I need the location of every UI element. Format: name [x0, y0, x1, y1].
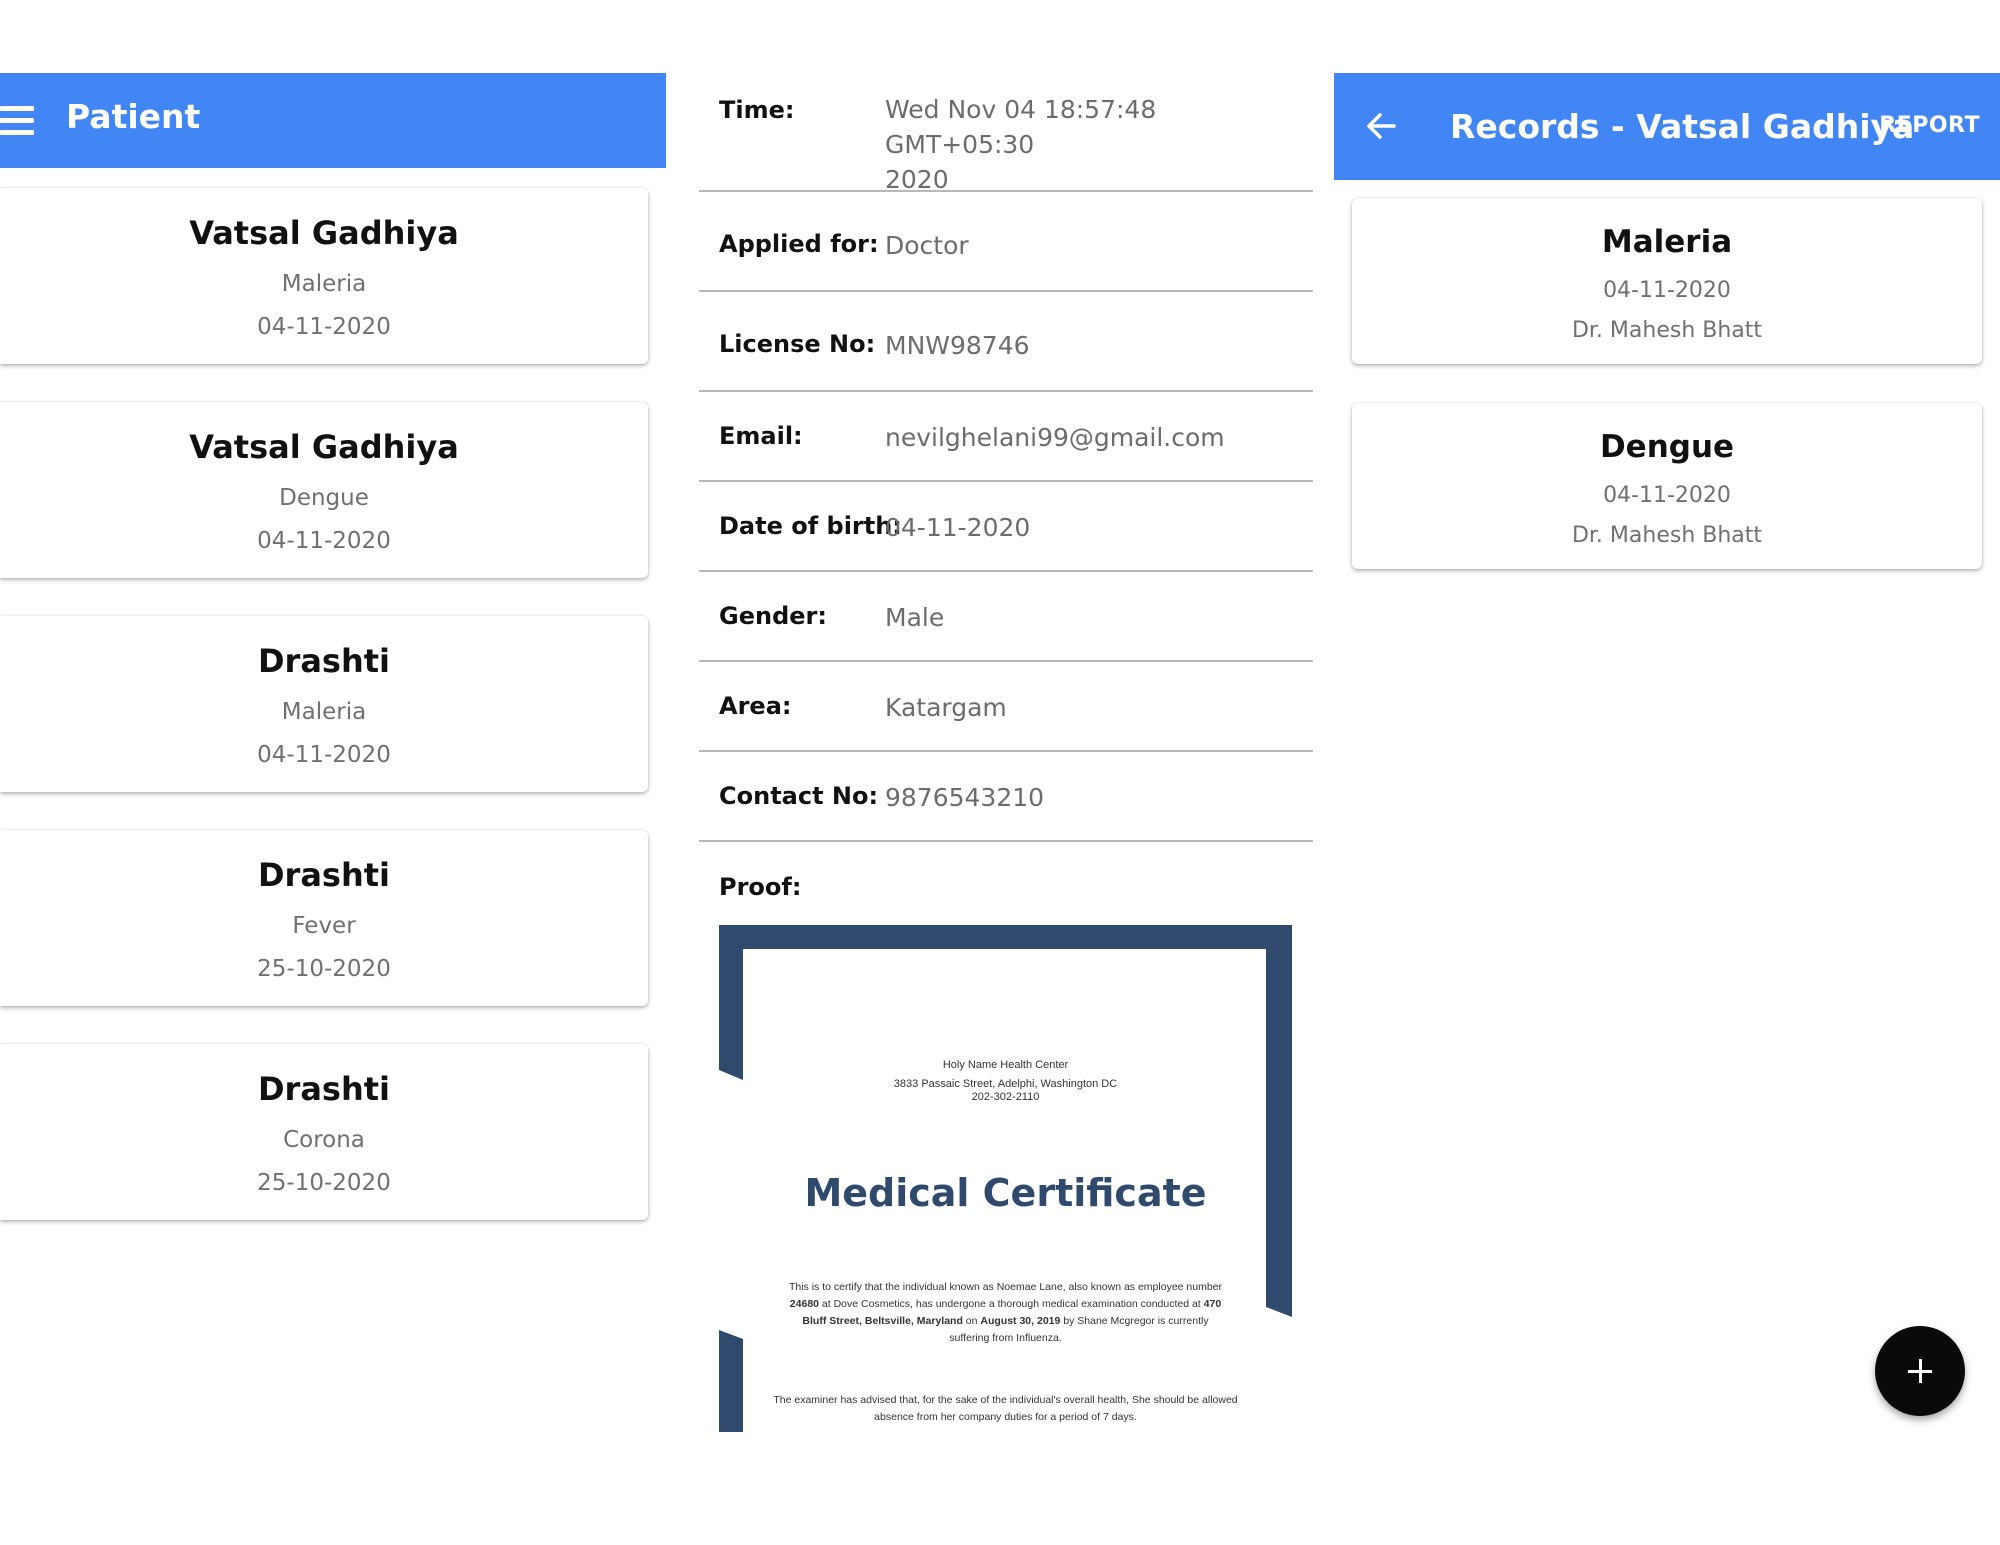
time-value-line1: Wed Nov 04 18:57:48 GMT+05:30 [885, 95, 1157, 159]
gender-row: Gender: Male [699, 572, 1313, 662]
patient-card[interactable]: Drashti Fever 25-10-2020 [0, 830, 648, 1006]
patient-date: 04-11-2020 [257, 314, 391, 340]
record-card[interactable]: Dengue 04-11-2020 Dr. Mahesh Bhatt [1352, 403, 1982, 569]
email-row: Email: nevilghelani99@gmail.com [699, 392, 1313, 482]
patient-disease: Corona [283, 1127, 365, 1153]
dob-row: Date of birth: 04-11-2020 [699, 482, 1313, 572]
certificate-exam-date: August 30, 2019 [980, 1315, 1061, 1327]
email-label: Email: [719, 422, 803, 450]
back-arrow-icon[interactable] [1364, 109, 1398, 143]
patient-date: 04-11-2020 [257, 528, 391, 554]
applied-for-label: Applied for: [719, 230, 879, 258]
certificate-organization: Holy Name Health Center [942, 1059, 1069, 1071]
patient-date: 25-10-2020 [257, 956, 391, 982]
patient-disease: Maleria [281, 699, 367, 725]
patient-name: Drashti [257, 856, 391, 894]
area-label: Area: [719, 692, 792, 720]
patient-disease: Maleria [281, 271, 367, 297]
applied-for-row: Applied for: Doctor [699, 192, 1313, 292]
contact-label: Contact No: [719, 782, 879, 810]
record-doctor: Dr. Mahesh Bhatt [1571, 523, 1763, 548]
contact-row: Contact No: 9876543210 [699, 752, 1313, 842]
record-date: 04-11-2020 [1603, 483, 1731, 508]
report-button[interactable]: REPORT [1879, 113, 1980, 138]
records-app-bar: Records - Vatsal Gadhiya REPORT [1334, 73, 2000, 180]
email-value: nevilghelani99@gmail.com [885, 423, 1225, 452]
patient-name: Vatsal Gadhiya [189, 214, 459, 252]
record-disease: Maleria [1601, 224, 1733, 260]
license-row: License No: MNW98746 [699, 292, 1313, 392]
gender-value: Male [885, 603, 945, 632]
record-doctor: Dr. Mahesh Bhatt [1571, 318, 1763, 343]
record-card[interactable]: Maleria 04-11-2020 Dr. Mahesh Bhatt [1352, 198, 1982, 364]
certificate-employee-number: 24680 [789, 1298, 819, 1310]
patient-name: Drashti [257, 1070, 391, 1108]
certificate-phone: 202-302-2110 [971, 1091, 1040, 1103]
certificate-address: 3833 Passaic Street, Adelphi, Washington… [893, 1078, 1118, 1090]
time-value: Wed Nov 04 18:57:48 GMT+05:30 2020 [885, 92, 1313, 197]
time-row: Time: Wed Nov 04 18:57:48 GMT+05:30 2020 [699, 80, 1313, 194]
record-date: 04-11-2020 [1603, 278, 1731, 303]
certificate-body-text: on [962, 1315, 981, 1327]
patient-card[interactable]: Drashti Corona 25-10-2020 [0, 1044, 648, 1220]
patient-card[interactable]: Vatsal Gadhiya Maleria 04-11-2020 [0, 188, 648, 364]
area-row: Area: Katargam [699, 662, 1313, 752]
certificate-advice: The examiner has advised that, for the s… [773, 1394, 1238, 1423]
page-title: Patient [66, 97, 201, 136]
contact-value: 9876543210 [885, 783, 1045, 812]
certificate-body-text: This is to certify that the individual k… [788, 1281, 1223, 1293]
add-record-button[interactable] [1875, 1326, 1965, 1416]
license-value: MNW98746 [885, 331, 1030, 360]
patient-disease: Dengue [279, 485, 369, 511]
proof-certificate-image: Holy Name Health Center 3833 Passaic Str… [719, 925, 1292, 1432]
patient-name: Drashti [257, 642, 391, 680]
patient-disease: Fever [292, 913, 356, 939]
certificate-body-text: at Dove Cosmetics, has undergone a thoro… [819, 1298, 1204, 1310]
gender-label: Gender: [719, 602, 827, 630]
patient-date: 25-10-2020 [257, 1170, 391, 1196]
patient-card[interactable]: Vatsal Gadhiya Dengue 04-11-2020 [0, 402, 648, 578]
area-value: Katargam [885, 693, 1007, 722]
record-disease: Dengue [1599, 429, 1735, 465]
license-label: License No: [719, 330, 876, 358]
patient-name: Vatsal Gadhiya [189, 428, 459, 466]
patient-card[interactable]: Drashti Maleria 04-11-2020 [0, 616, 648, 792]
applied-for-value: Doctor [885, 231, 969, 260]
patient-app-bar: Patient [0, 73, 666, 168]
records-title: Records - Vatsal Gadhiya [1450, 107, 1915, 146]
dob-label: Date of birth: [719, 512, 902, 540]
time-label: Time: [719, 96, 795, 124]
proof-label: Proof: [719, 873, 802, 901]
certificate-title: Medical Certificate [804, 1171, 1207, 1215]
dob-value: 04-11-2020 [885, 513, 1031, 542]
patient-date: 04-11-2020 [257, 742, 391, 768]
menu-icon[interactable] [0, 106, 34, 136]
certificate-body: This is to certify that the individual k… [785, 1279, 1226, 1347]
